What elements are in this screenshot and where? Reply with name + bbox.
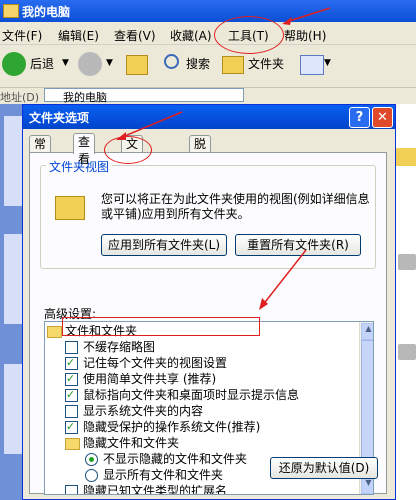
annotation-arrow xyxy=(119,111,183,139)
annotation-arrow xyxy=(285,7,331,23)
annotation-arrowhead xyxy=(116,132,126,140)
annotation-arrowhead xyxy=(282,17,292,25)
annotation-arrow xyxy=(261,249,307,307)
tab-view[interactable]: 查看 xyxy=(73,133,96,166)
annotation-arrows xyxy=(116,7,331,310)
